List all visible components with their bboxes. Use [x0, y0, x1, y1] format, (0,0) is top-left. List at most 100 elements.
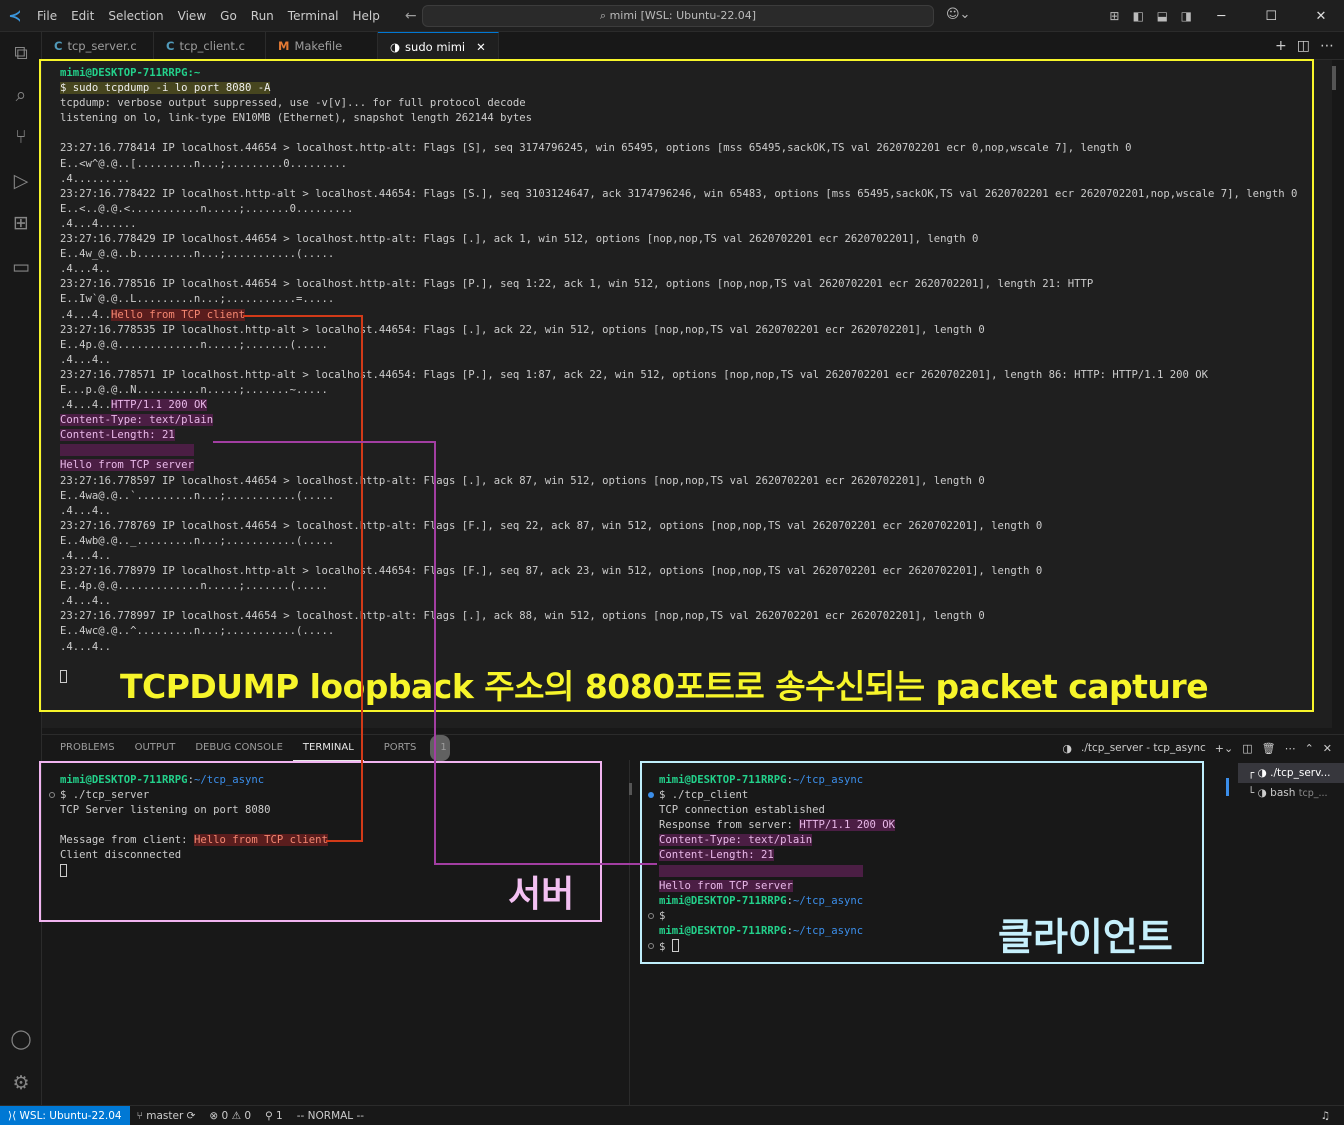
- output-line: 23:27:16.778571 IP localhost.http-alt > …: [60, 368, 1209, 381]
- tab-ports[interactable]: PORTS 1: [364, 735, 461, 761]
- menu-selection[interactable]: Selection: [101, 9, 170, 23]
- activity-bar: ⧉ ⌕ ⑂ ▷ ⊞ ▭ ◯ ⚙: [0, 32, 42, 1105]
- menu-bar: File Edit Selection View Go Run Terminal…: [30, 9, 387, 23]
- maximize-icon[interactable]: ☐: [1248, 9, 1294, 24]
- extensions-icon[interactable]: ⊞: [0, 212, 42, 234]
- sync-icon: ⟳: [186, 1109, 196, 1122]
- problems-indicator[interactable]: ⊗ 0 ⚠ 0: [202, 1110, 258, 1122]
- menu-help[interactable]: Help: [346, 9, 387, 23]
- client-caption: 클라이언트: [998, 915, 1173, 959]
- server-caption: 서버: [508, 874, 575, 915]
- maximize-panel-icon[interactable]: ⌃: [1305, 742, 1314, 755]
- terminal-cursor: [60, 669, 67, 683]
- menu-file[interactable]: File: [30, 9, 64, 23]
- account-icon[interactable]: ◯: [0, 1028, 42, 1050]
- command-center-search[interactable]: ⌕ mimi [WSL: Ubuntu-22.04]: [422, 5, 934, 27]
- menu-run[interactable]: Run: [244, 9, 281, 23]
- more-actions-icon[interactable]: ⋯: [1285, 742, 1296, 755]
- output-line: E..4wa@.@..`.........n...;...........(..…: [60, 489, 335, 502]
- source-control-icon[interactable]: ⑂: [0, 126, 42, 148]
- notifications-bell-icon[interactable]: ♫: [1321, 1110, 1344, 1122]
- tcpdump-terminal-output: mimi@DESKTOP-711RRPG:~ $ sudo tcpdump -i…: [60, 66, 1297, 686]
- ports-indicator[interactable]: ⚲ 1: [258, 1110, 290, 1122]
- command-center-label: mimi [WSL: Ubuntu-22.04]: [609, 9, 757, 22]
- menu-view[interactable]: View: [171, 9, 213, 23]
- tab-sudo-terminal[interactable]: ◑ sudo mimi ✕: [378, 32, 499, 60]
- terminal-list-item-server[interactable]: ┌ ◑ ./tcp_serv...: [1238, 763, 1344, 783]
- server-payload-line: Content-Length: 21: [60, 429, 175, 442]
- tab-debug-console[interactable]: DEBUG CONSOLE: [185, 735, 293, 761]
- terminal-icon: ◑: [390, 39, 401, 54]
- menu-go[interactable]: Go: [213, 9, 244, 23]
- remote-explorer-icon[interactable]: ▭: [0, 256, 42, 278]
- vim-mode-indicator: -- NORMAL --: [296, 1109, 365, 1122]
- output-line: E..<w^@.@..[.........n...;.........0....…: [60, 157, 348, 170]
- remote-indicator[interactable]: ⟩⟨ WSL: Ubuntu-22.04: [0, 1105, 130, 1125]
- new-terminal-icon[interactable]: +⌄: [1215, 742, 1233, 755]
- scrollbar-marker: [629, 783, 632, 795]
- active-terminal-label[interactable]: ./tcp_server - tcp_async: [1081, 742, 1206, 754]
- output-line: 23:27:16.778979 IP localhost.http-alt > …: [60, 565, 1043, 578]
- tab-output[interactable]: OUTPUT: [125, 735, 186, 761]
- run-debug-icon[interactable]: ▷: [0, 170, 42, 192]
- status-bar: ⟩⟨ WSL: Ubuntu-22.04 ⑂ master ⟳ ⊗ 0 ⚠ 0 …: [0, 1105, 1344, 1125]
- menu-terminal[interactable]: Terminal: [281, 9, 346, 23]
- remote-icon: ⟩⟨: [8, 1109, 20, 1122]
- server-payload-line: Content-Type: text/plain: [60, 414, 214, 427]
- ports-count-badge: 1: [430, 735, 451, 761]
- terminal-icon: ◑: [1062, 741, 1073, 755]
- terminal-list-item-bash[interactable]: └ ◑ bash tcp_...: [1238, 783, 1344, 803]
- terminal-prompt: mimi@DESKTOP-711RRPG:~: [60, 67, 201, 79]
- output-line: 23:27:16.778597 IP localhost.44654 > loc…: [60, 474, 985, 487]
- split-editor-icon[interactable]: ◫: [1297, 38, 1310, 54]
- output-line: 23:27:16.778422 IP localhost.http-alt > …: [60, 187, 1298, 200]
- editor-terminal-area[interactable]: mimi@DESKTOP-711RRPG:~ $ sudo tcpdump -i…: [42, 60, 1332, 728]
- more-actions-icon[interactable]: ⋯: [1320, 38, 1334, 54]
- new-terminal-icon[interactable]: +: [1275, 38, 1287, 54]
- split-terminal-icon[interactable]: ◫: [1242, 742, 1252, 755]
- tab-label: Makefile: [294, 39, 343, 53]
- tab-problems[interactable]: PROBLEMS: [42, 735, 125, 761]
- output-line: E..4wb@.@.._.........n...;...........(..…: [60, 534, 335, 547]
- ports-label: PORTS: [383, 742, 417, 753]
- branch-indicator[interactable]: ⑂ master ⟳: [130, 1110, 203, 1122]
- branch-icon: ⑂: [136, 1109, 147, 1122]
- title-bar-right: ⊞ ◧ ⬓ ◨ ─ ☐ ✕: [1102, 0, 1344, 32]
- trash-icon[interactable]: 🗑: [1262, 742, 1276, 755]
- copilot-icon[interactable]: ☺⌄: [946, 7, 970, 22]
- output-line: E..<..@.@.<...........n.....;.......0...…: [60, 202, 354, 215]
- explorer-icon[interactable]: ⧉: [0, 42, 42, 64]
- toggle-panel-icon[interactable]: ⬓: [1150, 9, 1174, 23]
- back-arrow-icon[interactable]: ←: [405, 8, 417, 24]
- tab-actions: + ◫ ⋯: [1275, 32, 1344, 59]
- output-line: .4...4..: [60, 263, 112, 276]
- toggle-sidebar-icon[interactable]: ◧: [1126, 9, 1150, 23]
- c-file-icon: C: [54, 39, 63, 53]
- minimize-icon[interactable]: ─: [1198, 9, 1244, 24]
- gear-icon[interactable]: ⚙: [0, 1072, 42, 1094]
- tab-tcp-server-c[interactable]: C tcp_server.c: [42, 32, 154, 60]
- close-window-icon[interactable]: ✕: [1298, 9, 1344, 24]
- output-line: E..4p.@.@.............n.....;.......(...…: [60, 580, 328, 593]
- tcpdump-caption: TCPDUMP loopback 주소의 8080포트로 송수신되는 packe…: [120, 667, 1209, 706]
- menu-edit[interactable]: Edit: [64, 9, 101, 23]
- toggle-secondary-sidebar-icon[interactable]: ◨: [1174, 9, 1198, 23]
- output-line: E..4w_@.@..b.........n...;...........(..…: [60, 248, 335, 261]
- tab-tcp-client-c[interactable]: C tcp_client.c: [154, 32, 266, 60]
- client-payload-highlight: Hello from TCP client: [111, 308, 245, 321]
- output-line: .4...4..: [60, 399, 112, 412]
- makefile-icon: M: [278, 39, 290, 53]
- tab-terminal[interactable]: TERMINAL: [292, 735, 364, 761]
- editor-scrollbar[interactable]: [1332, 66, 1336, 90]
- close-panel-icon[interactable]: ✕: [1323, 742, 1332, 755]
- search-icon[interactable]: ⌕: [0, 84, 42, 106]
- output-line: .4.........: [60, 172, 131, 185]
- close-icon[interactable]: ✕: [476, 40, 486, 54]
- customize-layout-icon[interactable]: ⊞: [1102, 9, 1126, 23]
- panel-tabs: PROBLEMS OUTPUT DEBUG CONSOLE TERMINAL P…: [42, 735, 460, 761]
- server-payload-blank: [60, 444, 194, 457]
- output-line: .4...4..: [60, 595, 112, 608]
- output-line: E..4p.@.@.............n.....;.......(...…: [60, 338, 328, 351]
- terminal-split-divider[interactable]: [629, 760, 630, 1105]
- tab-makefile[interactable]: M Makefile: [266, 32, 378, 60]
